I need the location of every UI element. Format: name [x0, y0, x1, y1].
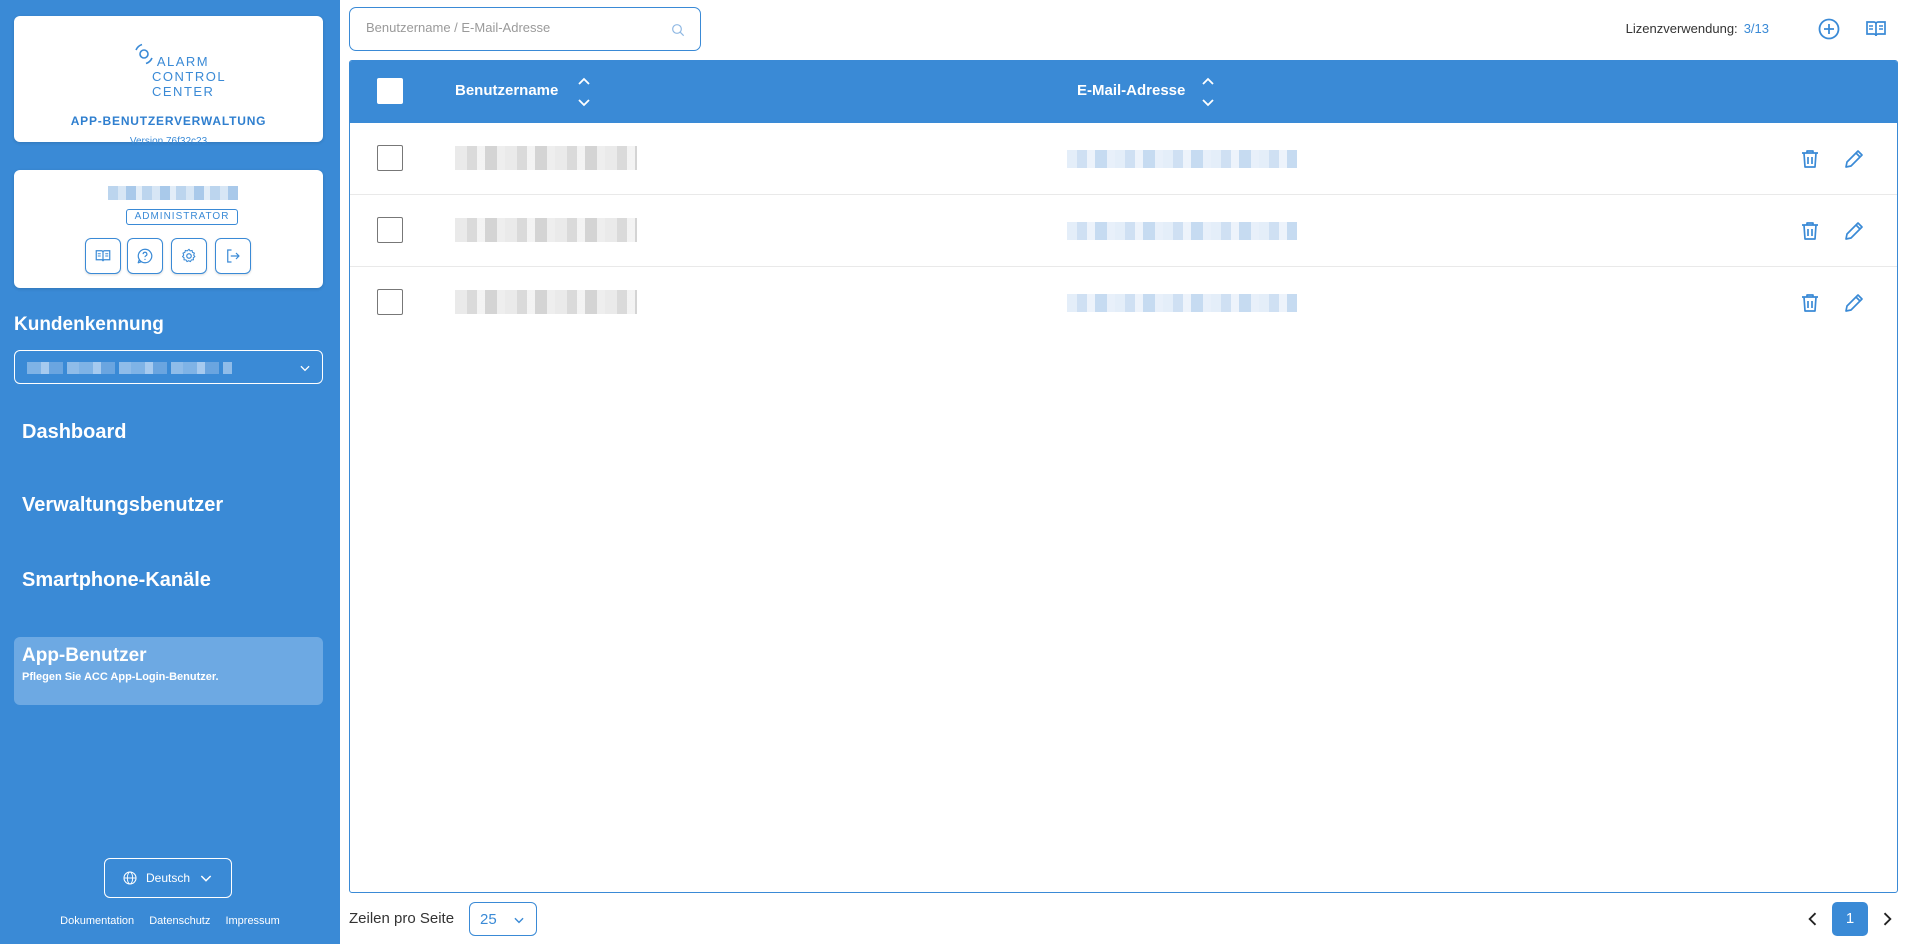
- edit-icon[interactable]: [1842, 147, 1866, 171]
- table-row[interactable]: [350, 123, 1897, 195]
- search-input[interactable]: [366, 20, 656, 35]
- select-all-checkbox[interactable]: [377, 78, 403, 104]
- language-selector[interactable]: Deutsch: [104, 858, 232, 898]
- chevron-down-icon: [200, 875, 212, 882]
- chevron-down-icon: [514, 917, 524, 924]
- user-name-redacted: [108, 186, 238, 200]
- row-checkbox[interactable]: [377, 289, 403, 315]
- username-redacted: [455, 290, 637, 314]
- book-icon: [95, 250, 111, 262]
- license-usage-value: 3/13: [1743, 21, 1769, 36]
- app-title: APP-BENUTZERVERWALTUNG: [70, 114, 267, 128]
- logout-icon: [227, 249, 240, 263]
- row-checkbox[interactable]: [377, 145, 403, 171]
- email-redacted: [1067, 150, 1297, 168]
- table-row[interactable]: [350, 195, 1897, 267]
- language-label: Deutsch: [145, 871, 191, 885]
- trash-icon[interactable]: [1798, 219, 1822, 243]
- email-redacted: [1067, 222, 1297, 240]
- logo-line: CENTER: [152, 84, 215, 99]
- role-badge: ADMINISTRATOR: [126, 209, 238, 225]
- previous-page-icon[interactable]: [1803, 909, 1823, 929]
- nav-item-app-users[interactable]: App-Benutzer Pflegen Sie ACC App-Login-B…: [14, 637, 323, 705]
- customer-id-select[interactable]: [14, 350, 323, 384]
- sort-icon[interactable]: [577, 74, 591, 110]
- column-header-username[interactable]: Benutzername: [455, 82, 558, 99]
- user-card: ADMINISTRATOR: [14, 170, 323, 288]
- sort-icon[interactable]: [1201, 74, 1215, 110]
- logo-line: ALARM: [156, 54, 210, 69]
- email-redacted: [1067, 294, 1297, 312]
- footer-links: Dokumentation Datenschutz Impressum: [0, 915, 340, 927]
- username-redacted: [455, 146, 637, 170]
- next-page-icon[interactable]: [1877, 909, 1897, 929]
- logo-line: CONTROL: [152, 69, 227, 84]
- column-header-email[interactable]: E-Mail-Adresse: [1077, 82, 1185, 99]
- trash-icon[interactable]: [1798, 147, 1822, 171]
- chevron-down-icon: [300, 365, 310, 372]
- alarm-control-center-logo: ALARM CONTROL CENTER: [132, 28, 232, 99]
- nav-item-label: App-Benutzer: [22, 645, 147, 666]
- edit-icon[interactable]: [1842, 219, 1866, 243]
- customer-id-redacted: [27, 362, 232, 374]
- table-row[interactable]: [350, 267, 1897, 339]
- row-checkbox[interactable]: [377, 217, 403, 243]
- help-button[interactable]: [127, 238, 163, 274]
- sidebar: ALARM CONTROL CENTER APP-BENUTZERVERWALT…: [0, 0, 340, 944]
- rows-per-page-value: 25: [480, 911, 497, 928]
- footer-link-privacy[interactable]: Datenschutz: [149, 915, 210, 927]
- customer-id-label: Kundenkennung: [14, 314, 164, 335]
- nav-item-admin-users[interactable]: Verwaltungsbenutzer: [22, 494, 223, 517]
- documentation-button[interactable]: [85, 238, 121, 274]
- app-users-table: Benutzername E-Mail-Adresse: [349, 60, 1898, 893]
- add-user-icon[interactable]: [1817, 17, 1841, 41]
- rows-per-page-select[interactable]: 25: [469, 902, 537, 936]
- username-redacted: [455, 218, 637, 242]
- nav-item-smartphone-channels[interactable]: Smartphone-Kanäle: [22, 569, 211, 592]
- trash-icon[interactable]: [1798, 291, 1822, 315]
- settings-button[interactable]: [171, 238, 207, 274]
- app-version: Version 76f32c23: [129, 136, 208, 147]
- table-header: Benutzername E-Mail-Adresse: [350, 61, 1897, 123]
- page-button-current[interactable]: 1: [1832, 902, 1868, 936]
- brand-card: ALARM CONTROL CENTER APP-BENUTZERVERWALT…: [14, 16, 323, 147]
- license-usage-label: Lizenzverwendung:: [1625, 21, 1738, 36]
- gear-icon: [182, 248, 196, 263]
- license-usage: Lizenzverwendung: 3/13: [1626, 21, 1769, 36]
- logout-button[interactable]: [215, 238, 251, 274]
- globe-icon: [123, 871, 137, 885]
- documentation-icon[interactable]: [1864, 17, 1888, 41]
- edit-icon[interactable]: [1842, 291, 1866, 315]
- nav-item-subtitle: Pflegen Sie ACC App-Login-Benutzer.: [22, 671, 219, 683]
- help-icon: [137, 248, 153, 264]
- footer-link-imprint[interactable]: Impressum: [225, 915, 279, 927]
- rows-per-page-label: Zeilen pro Seite: [349, 910, 455, 927]
- search-box: [349, 7, 701, 51]
- footer-link-documentation[interactable]: Dokumentation: [60, 915, 134, 927]
- nav-item-dashboard[interactable]: Dashboard: [22, 421, 126, 444]
- search-icon[interactable]: [670, 22, 686, 38]
